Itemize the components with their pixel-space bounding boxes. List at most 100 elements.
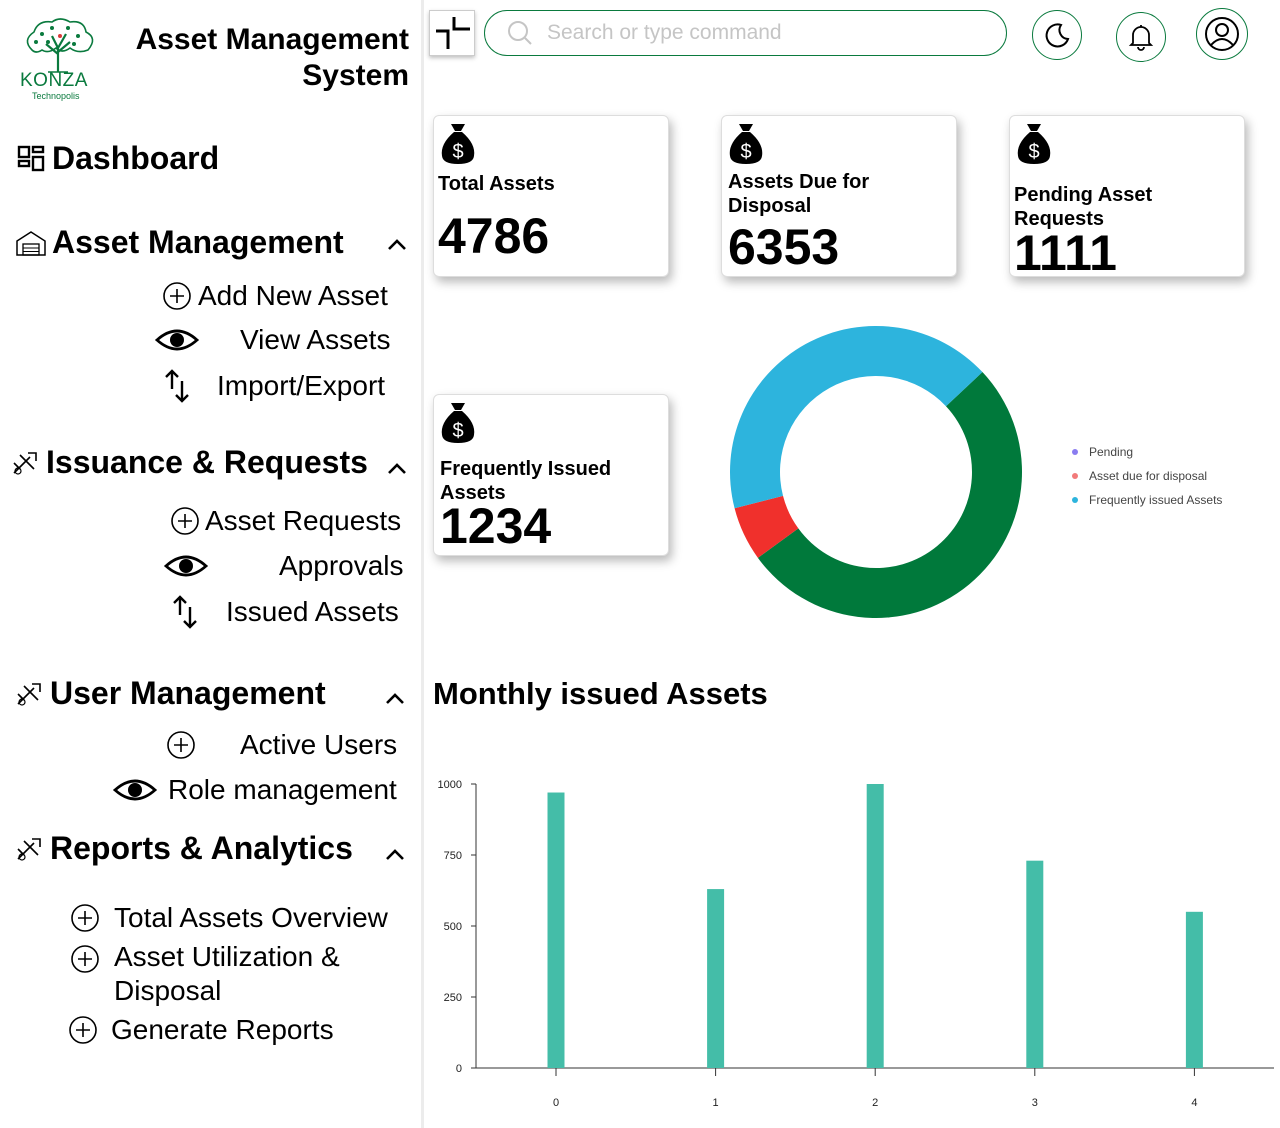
chevron-up-icon[interactable] — [383, 686, 407, 710]
bar-1[interactable] — [707, 889, 725, 1068]
tools-icon — [12, 834, 46, 864]
sidebar-section-asset-management[interactable]: Asset Management — [14, 224, 344, 261]
sidebar-section-reports-analytics[interactable]: Reports & Analytics — [12, 830, 353, 867]
x-tick-label: 4 — [1191, 1097, 1197, 1109]
monthly-issued-assets-title: Monthly issued Assets — [433, 676, 768, 711]
donut-legend: Pending Asset due for disposal Frequently … — [1072, 440, 1222, 512]
card-value: 6353 — [728, 219, 840, 275]
logo-subtitle: Technopolis — [32, 91, 80, 101]
card-value: 1234 — [440, 498, 552, 554]
sidebar-item-dashboard[interactable]: Dashboard — [14, 140, 219, 177]
warehouse-icon — [14, 228, 48, 258]
sidebar-section-user-management[interactable]: User Management — [12, 675, 326, 712]
sidebar-section-label: Issuance & Requests — [46, 444, 368, 480]
dark-mode-toggle[interactable] — [1032, 10, 1082, 60]
tools-icon — [12, 679, 46, 709]
konza-logo[interactable]: KONZA Technopolis — [12, 14, 104, 104]
money-bag-icon: $ — [441, 403, 475, 443]
card-title: Pending Asset Requests — [1014, 184, 1153, 230]
eye-icon — [155, 325, 199, 355]
money-bag-icon: $ — [441, 124, 475, 164]
stat-card-total-assets[interactable]: $ Total Assets 4786 — [433, 115, 669, 277]
y-tick-label: 500 — [444, 921, 462, 933]
card-title: Assets Due for Disposal — [728, 171, 870, 217]
sidebar-item-view-assets[interactable]: View Assets — [155, 322, 410, 358]
sidebar: KONZA Technopolis Asset Management Syste… — [0, 0, 424, 1128]
notifications-button[interactable] — [1116, 12, 1166, 62]
sidebar-item-label: View Assets — [240, 324, 391, 355]
sidebar-item-label: Asset Utilization & Disposal — [114, 941, 340, 1006]
money-bag-icon: $ — [729, 124, 763, 164]
collapse-corners-icon — [436, 17, 470, 49]
collapse-sidebar-button[interactable] — [429, 10, 475, 56]
legend-item[interactable]: Pending — [1072, 440, 1222, 464]
sidebar-item-label: Add New Asset — [198, 280, 388, 311]
sidebar-section-label: User Management — [50, 675, 326, 711]
user-profile-button[interactable] — [1196, 8, 1248, 60]
sidebar-item-issued-assets[interactable]: Issued Assets — [168, 592, 414, 632]
sidebar-item-label: Active Users — [240, 729, 398, 760]
x-tick-label: 3 — [1032, 1097, 1038, 1109]
legend-label: Asset due for disposal — [1089, 469, 1208, 483]
legend-dot — [1072, 449, 1078, 455]
legend-item[interactable]: Asset due for disposal — [1072, 464, 1222, 488]
sidebar-section-label: Reports & Analytics — [50, 830, 353, 866]
bar-3[interactable] — [1026, 860, 1044, 1068]
bar-0[interactable] — [547, 792, 565, 1068]
card-value: 4786 — [438, 208, 550, 264]
sidebar-item-label: Role management — [168, 774, 397, 805]
plus-circle-icon — [160, 281, 194, 311]
sidebar-item-generate-reports[interactable]: Generate Reports — [66, 1012, 412, 1048]
svg-text:$: $ — [740, 141, 751, 163]
bar-2[interactable] — [866, 784, 884, 1068]
x-tick-label: 1 — [713, 1097, 719, 1109]
sidebar-item-label: Dashboard — [52, 140, 220, 176]
donut-slice-2[interactable] — [730, 326, 983, 509]
bell-icon — [1128, 25, 1154, 51]
stat-card-pending-asset-requests[interactable]: $ Pending Asset Requests 1111 — [1009, 115, 1245, 281]
sidebar-item-add-new-asset[interactable]: Add New Asset — [160, 278, 410, 314]
tree-logo-icon — [26, 18, 94, 73]
bar-4[interactable] — [1185, 911, 1203, 1068]
sidebar-item-label: Import/Export — [217, 370, 386, 401]
chevron-up-icon[interactable] — [383, 842, 407, 866]
logo-name: KONZA — [20, 70, 88, 91]
plus-circle-icon — [66, 1015, 100, 1045]
sidebar-item-label: Issued Assets — [226, 596, 399, 627]
card-title: Total Assets — [438, 173, 555, 195]
sidebar-item-import-export[interactable]: Import/Export — [160, 366, 410, 406]
search-input[interactable] — [547, 21, 987, 45]
sidebar-item-label: Approvals — [279, 550, 404, 581]
sidebar-item-approvals[interactable]: Approvals — [164, 548, 414, 584]
plus-circle-icon — [164, 730, 198, 760]
x-tick-label: 2 — [872, 1097, 878, 1109]
app-title: Asset Management System — [135, 23, 409, 92]
sidebar-item-label: Asset Requests — [205, 505, 402, 536]
sidebar-item-asset-utilization-disposal[interactable]: Asset Utilization & Disposal — [68, 940, 414, 1010]
sidebar-item-role-management[interactable]: Role management — [113, 772, 410, 808]
legend-dot — [1072, 473, 1078, 479]
import-export-arrows-icon — [168, 595, 202, 629]
chevron-up-icon[interactable] — [385, 456, 409, 480]
svg-text:$: $ — [452, 141, 463, 163]
stat-card-assets-due-for-disposal[interactable]: $ Assets Due for Disposal 6353 — [721, 115, 957, 277]
sidebar-item-active-users[interactable]: Active Users — [164, 727, 410, 763]
user-avatar-icon — [1205, 17, 1239, 51]
legend-item[interactable]: Frequently issued Assets — [1072, 488, 1222, 512]
sidebar-item-label: Total Assets Overview — [114, 902, 388, 933]
search-bar[interactable] — [484, 10, 1007, 56]
y-tick-label: 1000 — [438, 779, 462, 791]
plus-circle-icon — [168, 506, 202, 536]
svg-text:$: $ — [452, 420, 463, 442]
sidebar-section-issuance-requests[interactable]: Issuance & Requests — [8, 444, 368, 481]
monthly-issued-assets-bar-chart: 0 250 500 750 1000 0 1 2 3 4 — [438, 779, 1274, 1109]
legend-dot — [1072, 497, 1078, 503]
money-bag-icon: $ — [1017, 124, 1051, 164]
card-value: 1111 — [1014, 225, 1117, 281]
sidebar-item-total-assets-overview[interactable]: Total Assets Overview — [68, 900, 414, 936]
import-export-arrows-icon — [160, 369, 194, 403]
sidebar-item-asset-requests[interactable]: Asset Requests — [168, 503, 414, 539]
stat-card-frequently-issued-assets[interactable]: $ Frequently Issued Assets 1234 — [433, 394, 669, 556]
asset-status-donut-chart — [730, 326, 1022, 618]
chevron-up-icon[interactable] — [385, 232, 409, 256]
